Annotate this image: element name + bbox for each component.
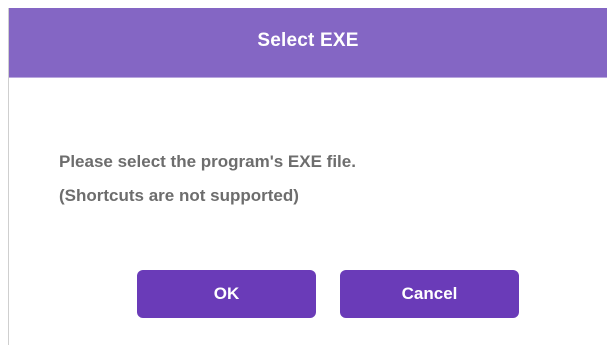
select-exe-dialog: Select EXE Please select the program's E… — [8, 8, 607, 345]
message-line-2: (Shortcuts are not supported) — [59, 186, 299, 205]
cancel-button[interactable]: Cancel — [340, 270, 519, 318]
ok-button[interactable]: OK — [137, 270, 316, 318]
dialog-message: Please select the program's EXE file. (S… — [59, 145, 356, 213]
dialog-title-bar: Select EXE — [9, 8, 607, 78]
dialog-buttons: OK Cancel — [137, 270, 519, 318]
dialog-title: Select EXE — [257, 29, 359, 51]
message-line-1: Please select the program's EXE file. — [59, 152, 356, 171]
